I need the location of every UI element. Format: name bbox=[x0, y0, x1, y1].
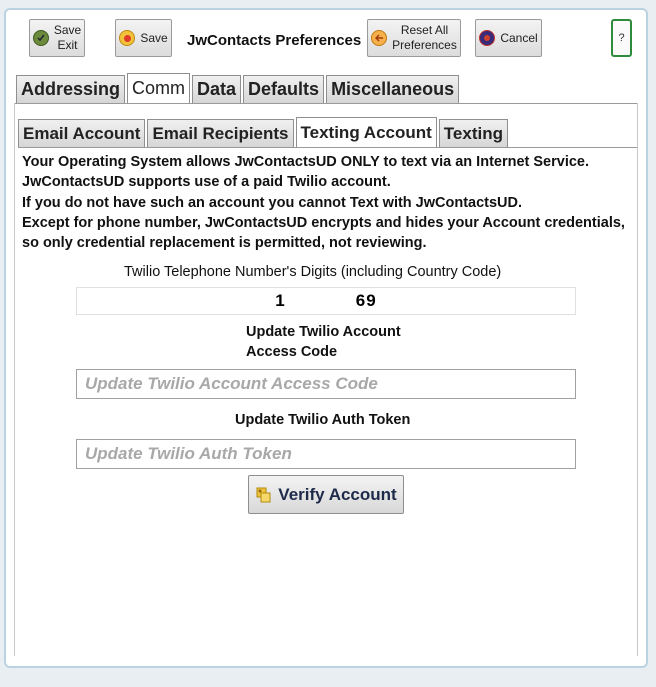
cancel-button[interactable]: Cancel bbox=[475, 19, 542, 57]
cancel-label: Cancel bbox=[500, 30, 538, 45]
help-label: ? bbox=[618, 32, 625, 44]
info-line: If you do not have such an account you c… bbox=[22, 194, 523, 211]
phone-number-end: 69 bbox=[355, 291, 377, 310]
access-code-label: Update Twilio Account Access Code bbox=[246, 322, 401, 362]
tab-comm[interactable]: Comm bbox=[127, 73, 191, 103]
auth-token-field[interactable] bbox=[76, 439, 576, 469]
phone-number-field[interactable]: 1 69 bbox=[76, 287, 576, 315]
tab-addressing-label: Addressing bbox=[21, 79, 121, 99]
phone-number-start: 1 bbox=[275, 291, 286, 310]
access-code-label-line1: Update Twilio Account bbox=[246, 324, 401, 340]
tab-miscellaneous[interactable]: Miscellaneous bbox=[326, 75, 460, 103]
tab-data-label: Data bbox=[197, 79, 237, 99]
main-panel-left-border bbox=[14, 103, 15, 656]
tab-data[interactable]: Data bbox=[192, 75, 242, 103]
main-tabs-baseline bbox=[14, 103, 638, 104]
check-circle-icon bbox=[32, 30, 49, 46]
help-button[interactable]: ? bbox=[611, 19, 632, 57]
reset-preferences-button[interactable]: Reset All Preferences bbox=[367, 19, 461, 57]
tab-texting[interactable]: Texting bbox=[438, 119, 508, 147]
info-line: so only credential replacement is permit… bbox=[22, 235, 427, 252]
arrow-left-circle-icon bbox=[371, 30, 388, 46]
tab-addressing[interactable]: Addressing bbox=[16, 75, 126, 103]
info-line: Except for phone number, JwContactsUD en… bbox=[22, 214, 625, 231]
access-code-input[interactable] bbox=[77, 370, 575, 398]
save-exit-label-line2: Exit bbox=[57, 38, 78, 52]
tab-email-recipients-label: Email Recipients bbox=[152, 123, 289, 143]
tab-defaults[interactable]: Defaults bbox=[243, 75, 325, 103]
access-code-field[interactable] bbox=[76, 369, 576, 399]
reset-label-line2: Preferences bbox=[392, 38, 457, 52]
tab-email-account-label: Email Account bbox=[23, 123, 141, 143]
info-line: JwContactsUD supports use of a paid Twil… bbox=[22, 174, 391, 191]
save-exit-button[interactable]: Save Exit bbox=[29, 19, 85, 57]
main-tabs: Addressing Comm Data Defaults Miscellane… bbox=[16, 73, 461, 103]
texting-info-text: Your Operating System allows JwContactsU… bbox=[22, 152, 642, 253]
window-title: JwContacts Preferences bbox=[187, 32, 362, 49]
cancel-circle-icon bbox=[479, 30, 496, 46]
save-circle-icon bbox=[119, 30, 136, 46]
tab-texting-label: Texting bbox=[443, 123, 503, 143]
verify-account-button[interactable]: Verify Account bbox=[248, 475, 404, 514]
comm-sub-tabs: Email Account Email Recipients Texting A… bbox=[18, 117, 510, 147]
key-icon bbox=[255, 486, 273, 504]
info-line: Your Operating System allows JwContactsU… bbox=[22, 154, 590, 170]
verify-account-label: Verify Account bbox=[278, 484, 397, 504]
phone-number-label: Twilio Telephone Number's Digits (includ… bbox=[124, 264, 502, 280]
tab-texting-account-label: Texting Account bbox=[300, 122, 432, 142]
tab-email-recipients[interactable]: Email Recipients bbox=[147, 119, 294, 147]
auth-token-label: Update Twilio Auth Token bbox=[235, 412, 411, 428]
tab-comm-label: Comm bbox=[132, 78, 186, 98]
phone-number-redaction bbox=[285, 292, 356, 310]
tab-texting-account[interactable]: Texting Account bbox=[295, 117, 437, 147]
reset-label-line1: Reset All bbox=[400, 23, 449, 37]
access-code-label-line2: Access Code bbox=[246, 344, 338, 360]
save-exit-label-line1: Save bbox=[53, 23, 82, 37]
save-label: Save bbox=[140, 30, 168, 45]
save-button[interactable]: Save bbox=[115, 19, 172, 57]
tab-miscellaneous-label: Miscellaneous bbox=[331, 79, 455, 99]
auth-token-input[interactable] bbox=[77, 440, 575, 468]
sub-tabs-baseline bbox=[18, 147, 637, 148]
tab-defaults-label: Defaults bbox=[248, 79, 320, 99]
tab-email-account[interactable]: Email Account bbox=[18, 119, 146, 147]
